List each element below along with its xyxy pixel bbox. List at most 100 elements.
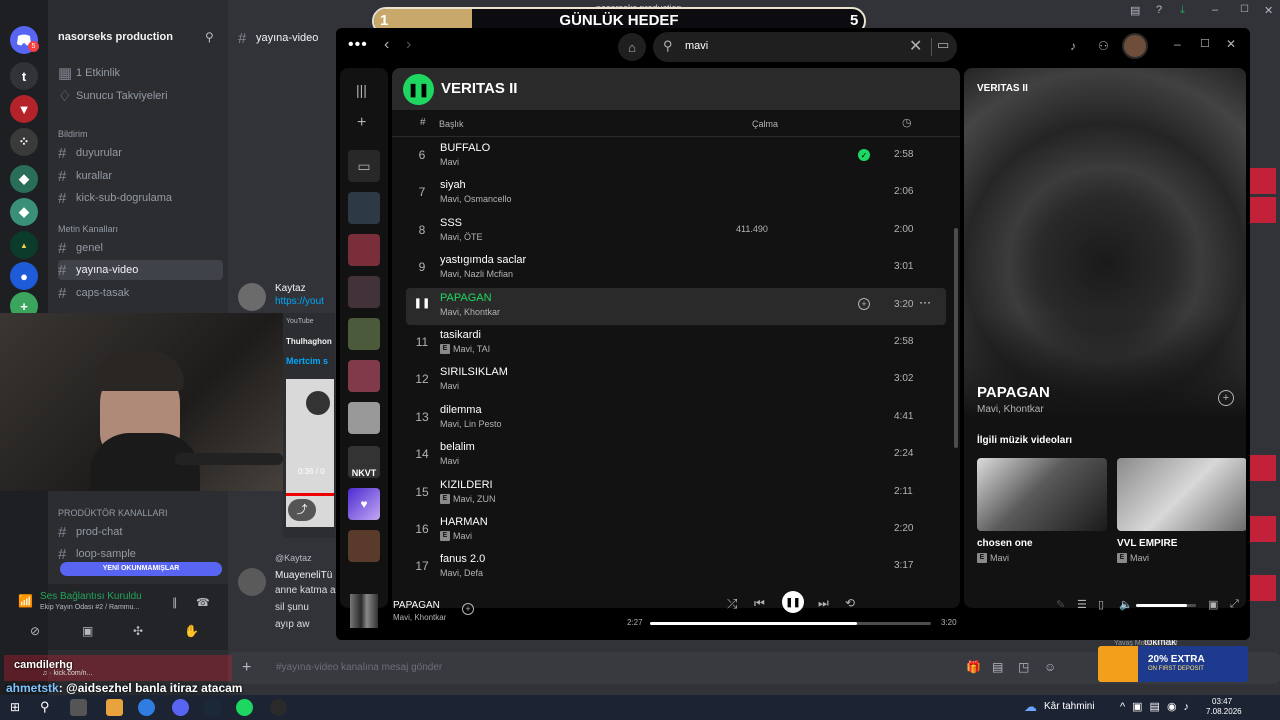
profile-avatar[interactable] — [1122, 33, 1148, 59]
windows-start-icon[interactable]: ⊞ — [10, 700, 20, 714]
more-options-icon[interactable]: ··· — [919, 295, 931, 309]
soundboard-icon[interactable]: ✋ — [184, 624, 199, 638]
video-artist-name[interactable]: Mavi — [1130, 553, 1149, 563]
col-title[interactable]: Başlık — [439, 119, 464, 129]
track-row[interactable]: 12 SIRILSIKLAM Mavi 3:02 — [406, 362, 946, 399]
search-input[interactable]: ⚲ mavi ✕ ▭ — [653, 32, 957, 62]
emoji-icon[interactable]: ☺ — [1044, 660, 1056, 674]
volume-slider[interactable] — [1136, 604, 1196, 607]
spotify-taskbar-icon[interactable] — [236, 699, 253, 716]
add-member-icon[interactable]: ⚲ — [205, 30, 214, 44]
bell-icon[interactable]: ♪ — [1070, 39, 1076, 53]
channel-kick-sub[interactable]: # kick-sub-dogrulama — [58, 188, 223, 208]
track-title[interactable]: belalim — [440, 441, 475, 453]
camera-off-icon[interactable]: ⊘ — [30, 624, 40, 638]
folder-icon[interactable]: ▭ — [348, 150, 380, 182]
player-track[interactable]: PAPAGAN — [393, 600, 440, 611]
add-to-library-icon[interactable]: + — [1218, 390, 1234, 406]
maximize-icon[interactable]: ☐ — [1200, 37, 1210, 50]
track-title[interactable]: BUFFALO — [440, 142, 490, 154]
track-row[interactable]: 14 belalim Mavi 2:24 — [406, 437, 946, 474]
minimize-icon[interactable]: – — [1174, 37, 1181, 51]
file-explorer-icon[interactable] — [106, 699, 123, 716]
video-title[interactable]: Mertcim s — [286, 356, 328, 366]
chat-username[interactable]: Kaytaz — [275, 283, 306, 294]
chat-username[interactable]: MuayeneliTü — [275, 570, 332, 581]
shuffle-icon[interactable]: ⤮ — [727, 596, 737, 612]
youtube-embed[interactable]: YouTube Thulhaghon Mertcim s 0:36 / 0 ⤴ — [283, 313, 335, 538]
scrollbar[interactable] — [954, 228, 958, 448]
track-artists[interactable]: Mavi, Lin Pesto — [440, 419, 502, 429]
channel-duyurular[interactable]: # duyurular — [58, 143, 223, 163]
server-name[interactable]: nasorseks production — [58, 31, 173, 43]
track-title[interactable]: SSS — [440, 217, 462, 229]
playing-indicator-icon[interactable]: ❚❚ — [406, 298, 438, 309]
youtube-channel[interactable]: Thulhaghon — [286, 337, 332, 346]
play-pause-button[interactable]: ❚❚ — [782, 591, 804, 613]
add-icon[interactable]: + — [462, 603, 474, 615]
track-row[interactable]: 17 fanus 2.0 Mavi, Defa 3:17 — [406, 549, 946, 586]
track-title[interactable]: fanus 2.0 — [440, 553, 485, 565]
reply-username[interactable]: @Kaytaz — [275, 553, 312, 563]
devices-icon[interactable]: ▯ — [1098, 598, 1104, 611]
channel-prod-chat[interactable]: # prod-chat — [58, 522, 223, 542]
channel-loop-sample[interactable]: # loop-sample — [58, 544, 223, 564]
fullscreen-icon[interactable]: ⤢ — [1230, 598, 1239, 611]
video-title[interactable]: chosen one — [977, 538, 1033, 549]
repeat-icon[interactable]: ⟲ — [845, 596, 855, 610]
mini-player-icon[interactable]: ▣ — [1208, 598, 1218, 611]
task-view-icon[interactable] — [70, 699, 87, 716]
now-playing-artists[interactable]: Mavi, Khontkar — [977, 404, 1044, 415]
track-artists[interactable]: Mavi, Defa — [440, 568, 483, 578]
track-row[interactable]: 11 tasikardi E Mavi, TAI 2:58 — [406, 325, 946, 362]
track-artists[interactable]: Mavi, TAI — [453, 344, 490, 354]
saved-check-icon[interactable]: ✓ — [858, 149, 870, 161]
category-label[interactable]: PRODÜKTÖR KANALLARI — [58, 508, 168, 518]
pause-button[interactable]: ❚❚ — [403, 74, 434, 105]
playlist-thumb[interactable] — [348, 318, 380, 350]
back-icon[interactable]: ‹ — [384, 36, 389, 54]
progress-bar[interactable] — [650, 622, 931, 625]
video-title[interactable]: VVL EMPIRE — [1117, 538, 1177, 549]
track-row[interactable]: ❚❚ PAPAGAN Mavi, Khontkar + ··· 3:20 — [406, 287, 946, 325]
search-icon[interactable]: ⚲ — [40, 699, 50, 715]
track-artists[interactable]: Mavi, Khontkar — [440, 307, 500, 317]
track-title[interactable]: HARMAN — [440, 516, 488, 528]
create-icon[interactable]: + — [357, 114, 366, 132]
video-thumbnail[interactable]: 0:36 / 0 ⤴ — [286, 379, 334, 527]
volume-icon[interactable]: 🔈 — [1119, 598, 1133, 611]
channel-caps-tasak[interactable]: # caps-tasak — [58, 283, 223, 303]
playlist-thumb[interactable] — [348, 276, 380, 308]
weather-text[interactable]: Kâr tahmini — [1044, 701, 1095, 712]
track-row[interactable]: 16 HARMAN E Mavi 2:20 — [406, 512, 946, 549]
playlist-thumb[interactable] — [348, 402, 380, 434]
track-row[interactable]: 9 yastıgımda saclar Mavi, Nazli Mcfian 3:01 — [406, 250, 946, 287]
server-valorant-icon[interactable]: ▼ — [10, 95, 38, 123]
unread-banner[interactable]: YENİ OKUNMAMIŞLAR — [60, 562, 222, 576]
menu-icon[interactable]: ••• — [348, 36, 368, 54]
disconnect-icon[interactable]: ☎ — [196, 596, 210, 609]
previous-icon[interactable]: ⏮ — [754, 596, 765, 611]
queue-icon[interactable]: ☰ — [1077, 598, 1087, 611]
track-artists[interactable]: Mavi — [440, 157, 459, 167]
server-group-icon[interactable]: ⁘ — [10, 128, 38, 156]
gift-icon[interactable]: 🎁 — [966, 660, 981, 674]
channel-kurallar[interactable]: # kurallar — [58, 166, 223, 186]
forward-icon[interactable]: › — [406, 36, 411, 54]
discord-taskbar-icon[interactable] — [172, 699, 189, 716]
server-icon[interactable]: ● — [10, 262, 38, 290]
help-icon[interactable]: ? — [1156, 4, 1162, 16]
category-label[interactable]: Metin Kanalları — [58, 224, 118, 234]
chat-link[interactable]: https://yout — [275, 296, 324, 307]
close-icon[interactable]: ✕ — [1226, 37, 1236, 51]
playlist-thumb[interactable] — [348, 192, 380, 224]
track-title[interactable]: siyah — [440, 179, 466, 191]
track-row[interactable]: 13 dilemma Mavi, Lin Pesto 4:41 — [406, 400, 946, 437]
lyrics-icon[interactable]: ✎ — [1056, 598, 1065, 611]
tray-icons[interactable]: ^▣▤◉♪ — [1120, 700, 1196, 713]
inbox-icon[interactable]: ▤ — [1130, 4, 1140, 17]
steam-icon[interactable] — [204, 699, 221, 716]
plus-icon[interactable]: + — [242, 659, 251, 677]
track-artists[interactable]: Mavi — [440, 456, 459, 466]
window-close-icon[interactable]: ✕ — [1264, 4, 1273, 17]
